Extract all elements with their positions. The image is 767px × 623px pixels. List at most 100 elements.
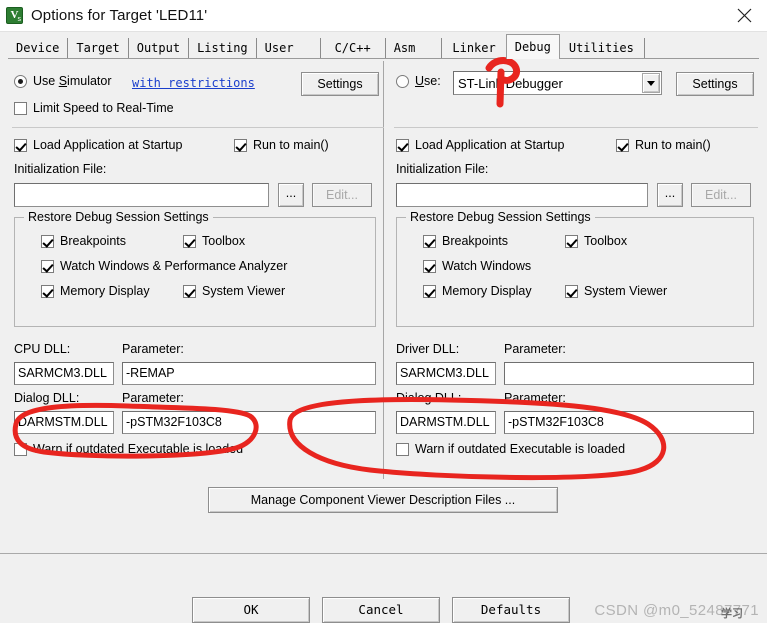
defaults-button[interactable]: Defaults	[452, 597, 570, 623]
left-restore-group: Restore Debug Session Settings Breakpoin…	[14, 210, 376, 327]
debugger-select-value: ST-Link Debugger	[458, 75, 563, 91]
left-toolbox-checkbox[interactable]: Toolbox	[183, 234, 245, 248]
use-debugger-label: Use:	[415, 74, 441, 88]
tab-target[interactable]: Target	[68, 38, 129, 59]
right-system-viewer-label: System Viewer	[584, 284, 668, 298]
tab-linker[interactable]: Linker	[442, 38, 507, 59]
left-system-viewer-label: System Viewer	[202, 284, 286, 298]
right-restore-group-caption: Restore Debug Session Settings	[406, 210, 595, 224]
use-simulator-radio[interactable]: Use Simulator	[14, 74, 112, 88]
cpu-dll-input[interactable]: SARMCM3.DLL	[14, 362, 114, 385]
simulator-settings-button[interactable]: Settings	[301, 72, 379, 96]
left-system-viewer-checkbox[interactable]: System Viewer	[183, 284, 285, 298]
right-warn-outdated-label: Warn if outdated Executable is loaded	[415, 442, 626, 456]
right-warn-outdated-checkbox[interactable]: Warn if outdated Executable is loaded	[396, 442, 625, 456]
left-init-file-input[interactable]	[14, 183, 269, 207]
tab-debug[interactable]: Debug	[505, 34, 560, 59]
cpu-dll-label: CPU DLL:	[14, 342, 71, 356]
left-edit-button: Edit...	[312, 183, 372, 207]
checkbox-indicator	[183, 234, 196, 248]
left-dialog-parameter-input[interactable]: -pSTM32F103C8	[122, 411, 376, 434]
right-dialog-dll-input[interactable]: DARMSTM.DLL	[396, 411, 496, 434]
right-dialog-parameter-input[interactable]: -pSTM32F103C8	[504, 411, 754, 434]
use-simulator-label: Use Simulator	[33, 74, 112, 88]
driver-dll-input[interactable]: SARMCM3.DLL	[396, 362, 496, 385]
right-watch-windows-label: Watch Windows	[442, 259, 532, 273]
left-run-to-main-checkbox[interactable]: Run to main()	[234, 138, 329, 152]
left-breakpoints-checkbox[interactable]: Breakpoints	[41, 234, 126, 248]
cancel-button[interactable]: Cancel	[322, 597, 440, 623]
right-run-to-main-checkbox[interactable]: Run to main()	[616, 138, 711, 152]
use-debugger-radio[interactable]: Use:	[396, 74, 441, 88]
chevron-down-icon[interactable]	[642, 73, 660, 93]
radio-indicator	[396, 74, 409, 88]
checkbox-indicator	[183, 284, 196, 298]
tab-asm[interactable]: Asm	[385, 38, 443, 59]
right-memory-display-label: Memory Display	[442, 284, 532, 298]
checkbox-indicator	[396, 442, 409, 456]
left-breakpoints-label: Breakpoints	[60, 234, 127, 248]
right-browse-button[interactable]: ...	[657, 183, 683, 207]
window-title: Options for Target 'LED11'	[31, 7, 208, 24]
checkbox-indicator	[41, 234, 54, 248]
right-dialog-dll-label: Dialog DLL:	[396, 391, 462, 405]
tab-output[interactable]: Output	[128, 38, 190, 59]
dialog-body: Use Simulator with restrictions Settings…	[0, 59, 767, 623]
right-memory-display-checkbox[interactable]: Memory Display	[423, 284, 532, 298]
right-restore-group: Restore Debug Session Settings Breakpoin…	[396, 210, 754, 327]
checkbox-indicator	[14, 442, 27, 456]
left-browse-button[interactable]: ...	[278, 183, 304, 207]
pane-divider	[383, 61, 384, 479]
debugger-pane: Use: ST-Link Debugger Settings Load Appl…	[394, 59, 766, 456]
right-load-app-checkbox[interactable]: Load Application at Startup	[396, 138, 564, 152]
right-load-app-label: Load Application at Startup	[415, 138, 565, 152]
debugger-settings-button[interactable]: Settings	[676, 72, 754, 96]
left-memory-display-label: Memory Display	[60, 284, 150, 298]
right-system-viewer-checkbox[interactable]: System Viewer	[565, 284, 667, 298]
manage-component-viewer-button[interactable]: Manage Component Viewer Description File…	[208, 487, 558, 513]
checkbox-indicator	[423, 259, 436, 273]
tab-user[interactable]: User	[256, 38, 321, 59]
panes: Use Simulator with restrictions Settings…	[0, 59, 767, 487]
left-warn-outdated-label: Warn if outdated Executable is loaded	[33, 442, 244, 456]
with-restrictions-link[interactable]: with restrictions	[132, 76, 255, 90]
checkbox-indicator	[41, 284, 54, 298]
tab-device[interactable]: Device	[8, 38, 69, 59]
ok-button[interactable]: OK	[192, 597, 310, 623]
checkbox-indicator	[234, 138, 247, 152]
driver-dll-label: Driver DLL:	[396, 342, 460, 356]
watermark-overlay: 学习	[721, 608, 743, 620]
right-toolbox-checkbox[interactable]: Toolbox	[565, 234, 627, 248]
title-bar: Vs Options for Target 'LED11'	[0, 0, 767, 32]
cpu-parameter-label: Parameter:	[122, 342, 184, 356]
right-init-file-input[interactable]	[396, 183, 648, 207]
driver-parameter-input[interactable]	[504, 362, 754, 385]
left-watch-windows-checkbox[interactable]: Watch Windows & Performance Analyzer	[41, 259, 287, 273]
tab-listing[interactable]: Listing	[189, 38, 257, 59]
left-warn-outdated-checkbox[interactable]: Warn if outdated Executable is loaded	[14, 442, 243, 456]
tab-strip: Device Target Output Listing User C/C++ …	[0, 32, 767, 59]
right-watch-windows-checkbox[interactable]: Watch Windows	[423, 259, 531, 273]
left-watch-windows-label: Watch Windows & Performance Analyzer	[60, 259, 288, 273]
checkbox-indicator	[616, 138, 629, 152]
tab-cpp[interactable]: C/C++	[320, 38, 386, 59]
left-dialog-dll-input[interactable]: DARMSTM.DLL	[14, 411, 114, 434]
debugger-select[interactable]: ST-Link Debugger	[453, 71, 662, 95]
checkbox-indicator	[14, 138, 27, 152]
left-separator	[12, 127, 384, 128]
left-run-to-main-label: Run to main()	[253, 138, 329, 152]
right-breakpoints-label: Breakpoints	[442, 234, 509, 248]
right-init-file-label: Initialization File:	[396, 162, 489, 176]
checkbox-indicator	[423, 234, 436, 248]
limit-speed-label: Limit Speed to Real-Time	[33, 101, 174, 115]
tab-utilities[interactable]: Utilities	[558, 38, 645, 59]
cpu-parameter-input[interactable]: -REMAP	[122, 362, 376, 385]
close-icon[interactable]	[721, 0, 767, 31]
left-dialog-dll-label: Dialog DLL:	[14, 391, 80, 405]
right-dialog-parameter-label: Parameter:	[504, 391, 566, 405]
left-memory-display-checkbox[interactable]: Memory Display	[41, 284, 150, 298]
left-load-app-checkbox[interactable]: Load Application at Startup	[14, 138, 182, 152]
right-breakpoints-checkbox[interactable]: Breakpoints	[423, 234, 508, 248]
radio-indicator	[14, 74, 27, 88]
limit-speed-checkbox[interactable]: Limit Speed to Real-Time	[14, 101, 174, 115]
